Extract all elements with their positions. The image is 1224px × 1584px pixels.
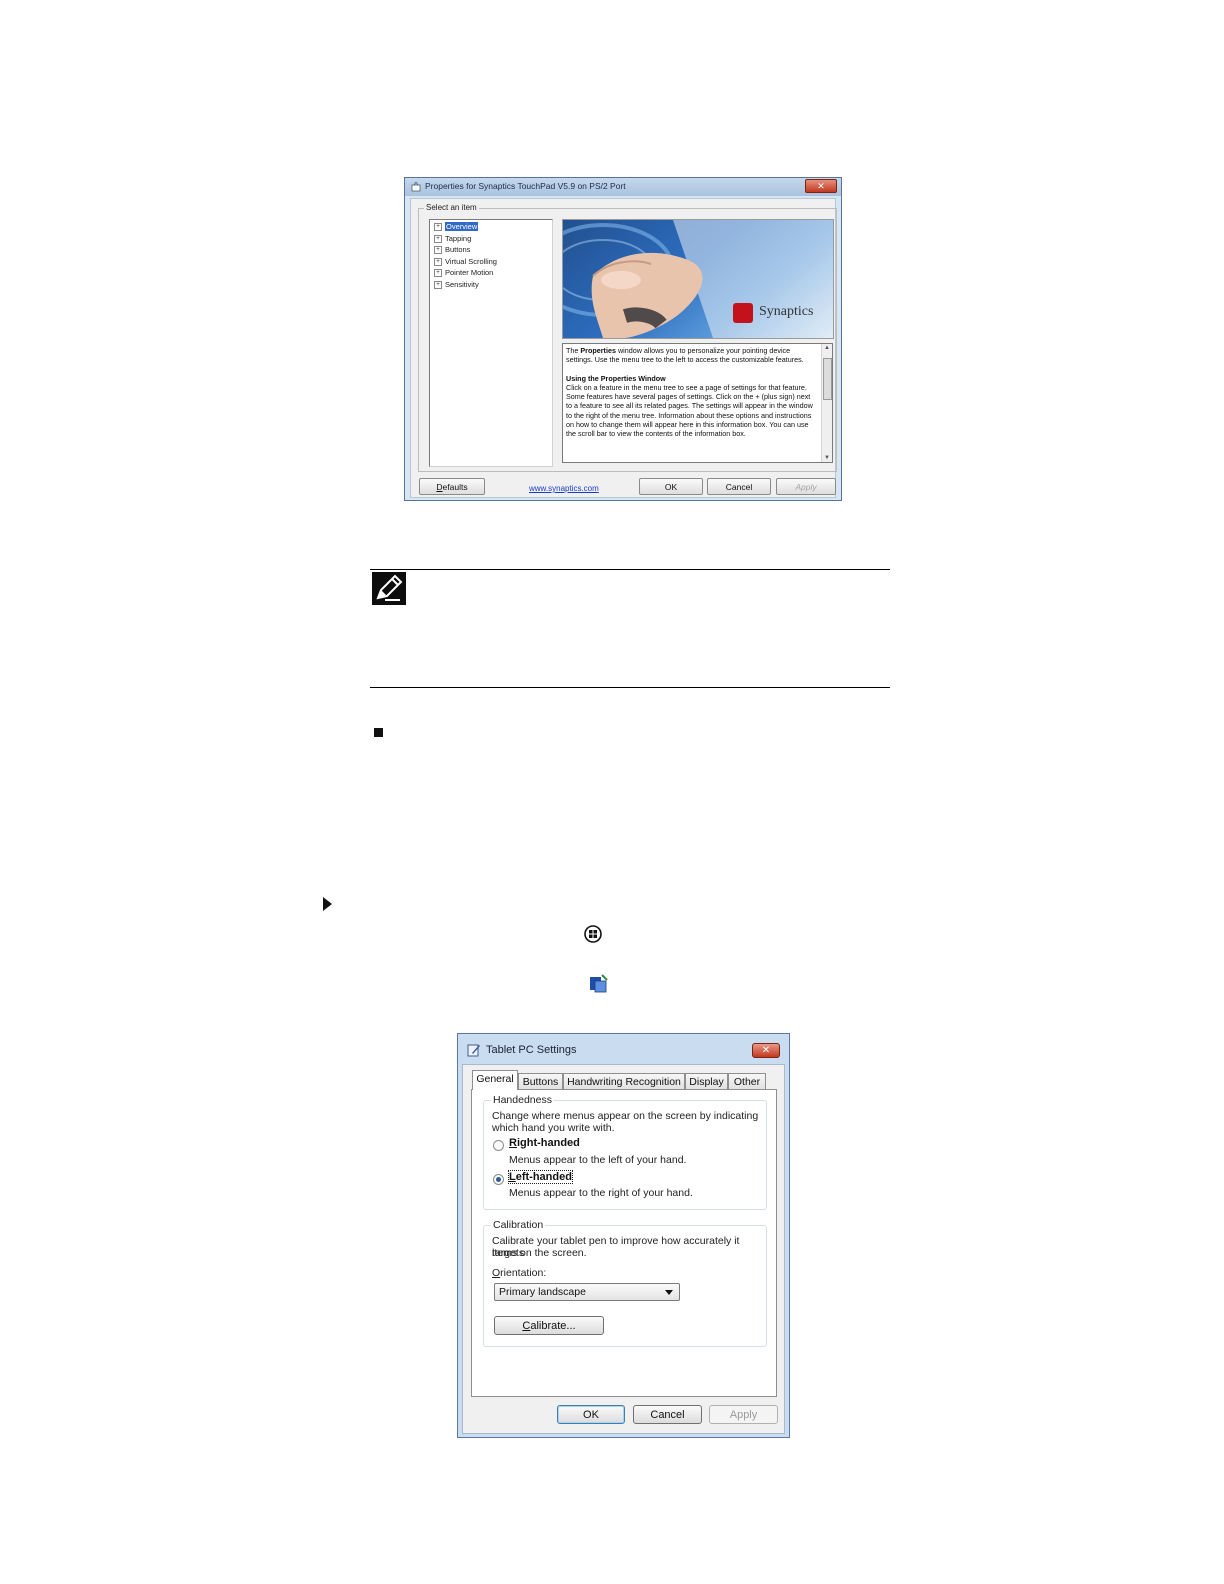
scroll-up-icon[interactable]: ▲ (822, 345, 832, 351)
handedness-description-line1: Change where menus appear on the screen … (492, 1110, 759, 1122)
tree-item-virtual-scrolling[interactable]: + Virtual Scrolling (434, 257, 497, 267)
right-handed-label[interactable]: Right-handed (509, 1137, 580, 1149)
select-item-group: Select an item + Overview + Tapping + Butto… (418, 203, 837, 472)
tree-item-overview[interactable]: + Overview (434, 222, 479, 232)
orientation-dropdown[interactable]: Primary landscape (494, 1283, 680, 1301)
expand-icon[interactable]: + (434, 234, 442, 243)
calibration-description-line2: items on the screen. (492, 1247, 587, 1259)
windows-start-icon (584, 925, 602, 943)
orientation-selected-value: Primary landscape (499, 1286, 586, 1298)
synaptics-title-bar[interactable]: Properties for Synaptics TouchPad V5.9 o… (405, 178, 841, 196)
expand-icon[interactable]: + (434, 246, 442, 255)
note-pencil-icon (372, 572, 406, 605)
right-handed-description: Menus appear to the left of your hand. (509, 1154, 687, 1166)
tree-item-buttons[interactable]: + Buttons (434, 245, 470, 255)
tablet-pc-settings-icon (590, 974, 608, 993)
synaptics-close-button[interactable]: ✕ (805, 179, 837, 193)
information-text: The Properties window allows you to pers… (566, 346, 813, 439)
left-handed-label[interactable]: Left-handed (508, 1170, 573, 1184)
tablet-close-button[interactable]: ✕ (752, 1043, 780, 1058)
calibration-group: Calibration Calibrate your tablet pen to… (483, 1219, 767, 1347)
tablet-pen-icon (467, 1044, 480, 1057)
bullet-square-icon (374, 728, 383, 737)
right-handed-radio[interactable] (493, 1140, 504, 1151)
tablet-ok-button[interactable]: OK (557, 1405, 625, 1424)
chevron-down-icon[interactable] (665, 1290, 673, 1295)
tablet-apply-button[interactable]: Apply (709, 1405, 778, 1424)
synaptics-logo-icon (733, 303, 753, 323)
tree-item-pointer-motion[interactable]: + Pointer Motion (434, 268, 493, 278)
ok-button[interactable]: OK (639, 478, 703, 495)
tree-item-sensitivity[interactable]: + Sensitivity (434, 280, 479, 290)
general-tab-panel: Handedness Change where menus appear on … (471, 1089, 777, 1397)
settings-tree[interactable]: + Overview + Tapping + Buttons + Virtual Scr… (429, 219, 553, 467)
expand-icon[interactable]: + (434, 223, 442, 232)
left-handed-description: Menus appear to the right of your hand. (509, 1187, 693, 1199)
tablet-pc-settings-window: Tablet PC Settings ✕ General Buttons Han… (457, 1033, 790, 1438)
synaptics-logo-text: Synaptics (759, 304, 814, 319)
scroll-down-icon[interactable]: ▼ (822, 455, 832, 461)
synaptics-body: Select an item + Overview + Tapping + Butto… (410, 198, 837, 498)
expand-icon[interactable]: + (434, 257, 442, 266)
calibration-label: Calibration (491, 1219, 546, 1231)
scroll-thumb[interactable] (823, 358, 832, 400)
calibrate-button[interactable]: Calibrate... (494, 1316, 604, 1335)
note-bottom-rule (370, 687, 890, 688)
synaptics-hero-image: Synaptics (562, 219, 834, 339)
handedness-group: Handedness Change where menus appear on … (483, 1094, 767, 1210)
defaults-button[interactable]: Defaults (419, 478, 485, 495)
left-handed-radio[interactable] (493, 1174, 504, 1185)
note-top-rule (370, 569, 890, 570)
tab-buttons[interactable]: Buttons (518, 1073, 563, 1089)
synaptics-window-title: Properties for Synaptics TouchPad V5.9 o… (425, 181, 626, 191)
procedure-arrow-icon (323, 897, 332, 911)
tab-general[interactable]: General (472, 1070, 518, 1090)
handedness-description-line2: which hand you write with. (492, 1122, 615, 1134)
information-box[interactable]: The Properties window allows you to pers… (562, 343, 833, 463)
cancel-button[interactable]: Cancel (707, 478, 771, 495)
tablet-cancel-button[interactable]: Cancel (633, 1405, 702, 1424)
tablet-window-title: Tablet PC Settings (486, 1044, 577, 1056)
tab-handwriting-recognition[interactable]: Handwriting Recognition (563, 1073, 685, 1089)
orientation-label: Orientation: (492, 1267, 547, 1279)
select-item-label: Select an item (424, 203, 479, 212)
tab-other[interactable]: Other (728, 1073, 766, 1089)
touchpad-icon (411, 182, 421, 192)
handedness-label: Handedness (491, 1094, 554, 1106)
tree-item-tapping[interactable]: + Tapping (434, 234, 471, 244)
tablet-client-area: General Buttons Handwriting Recognition … (462, 1064, 785, 1434)
expand-icon[interactable]: + (434, 269, 442, 278)
information-scrollbar[interactable]: ▲ ▼ (821, 344, 832, 462)
tab-display[interactable]: Display (685, 1073, 728, 1089)
apply-button[interactable]: Apply (776, 478, 836, 495)
information-heading: Using the Properties Window (566, 373, 666, 383)
expand-icon[interactable]: + (434, 280, 442, 289)
touchpad-finger-illustration (563, 220, 833, 338)
synaptics-properties-window: Properties for Synaptics TouchPad V5.9 o… (404, 177, 842, 501)
synaptics-website-link[interactable]: www.synaptics.com (529, 484, 599, 493)
